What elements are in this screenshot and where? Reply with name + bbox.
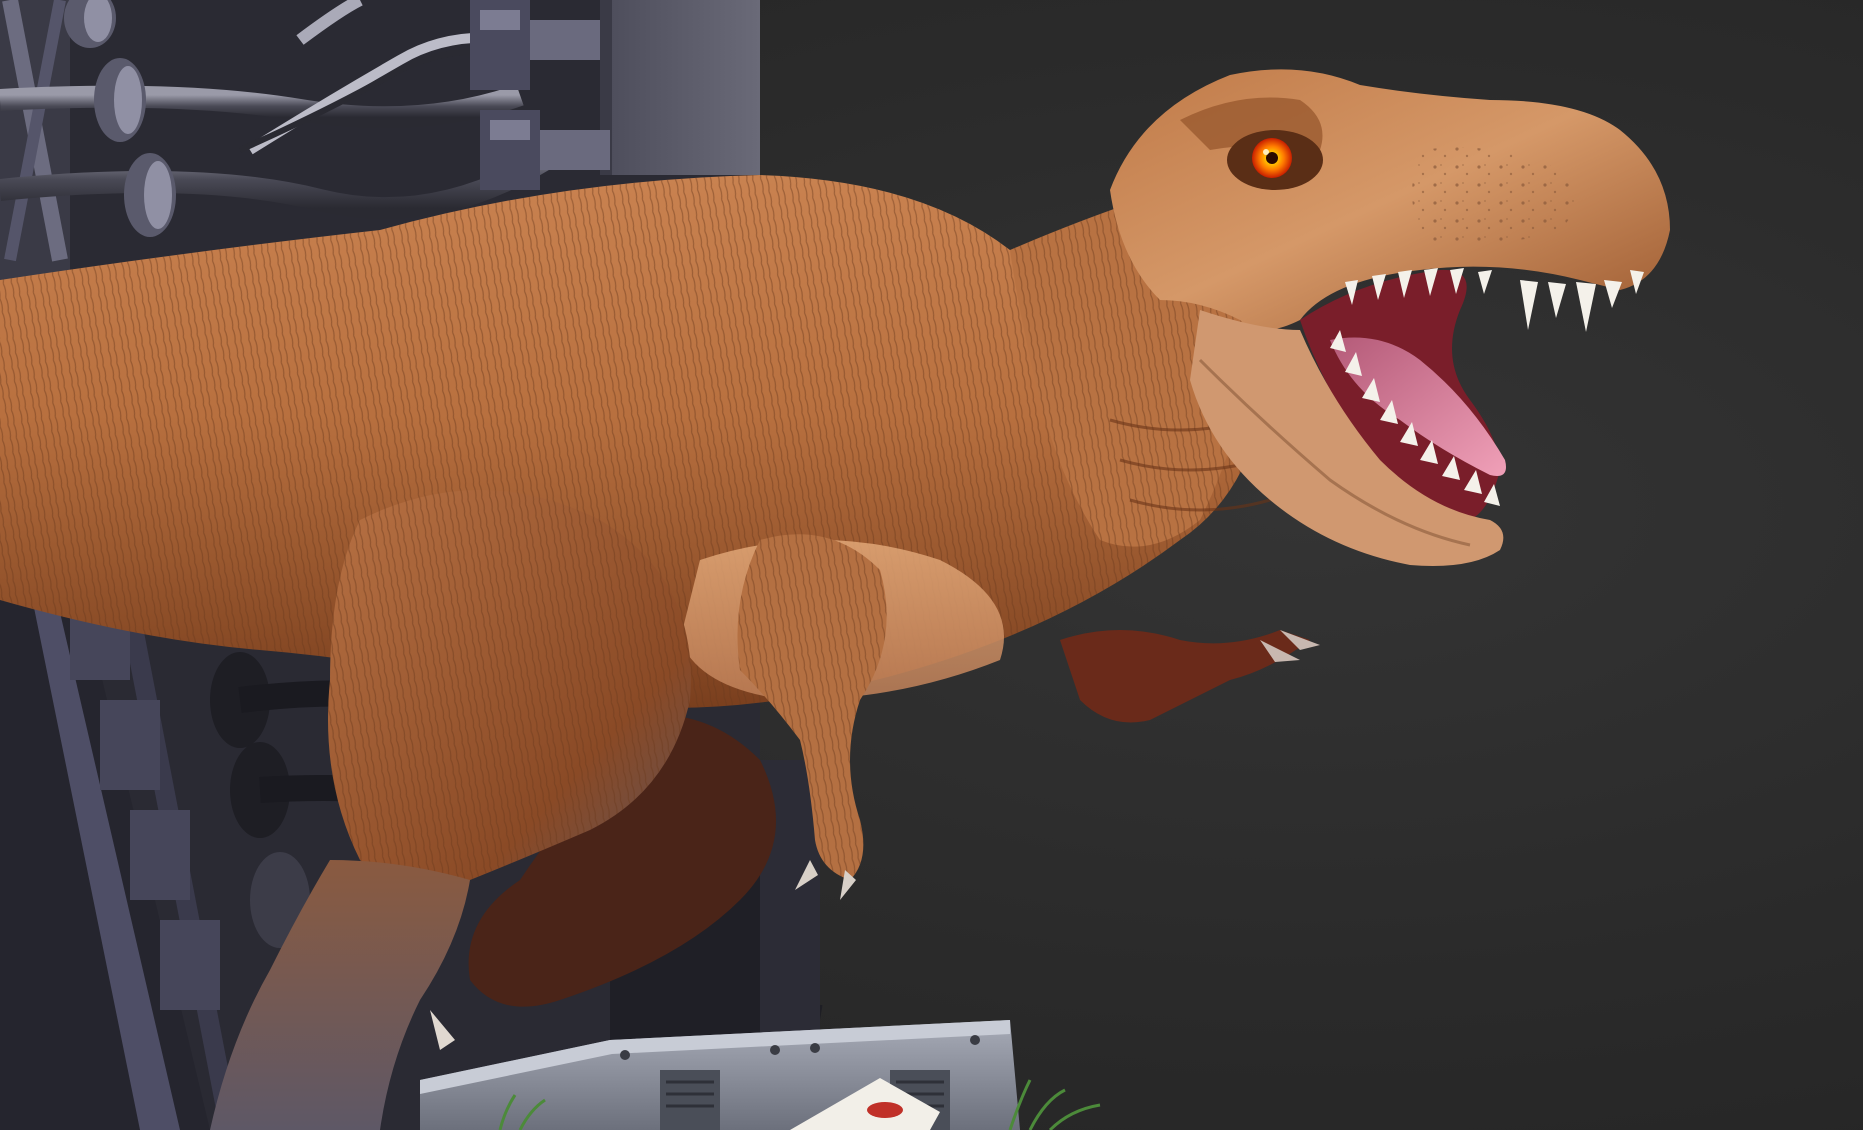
scene-svg [0, 0, 1670, 1130]
steel-panel [600, 0, 760, 175]
render-scene [0, 0, 1863, 1130]
crate-vent-left [660, 1070, 720, 1130]
dino-far-arm [1060, 630, 1320, 723]
